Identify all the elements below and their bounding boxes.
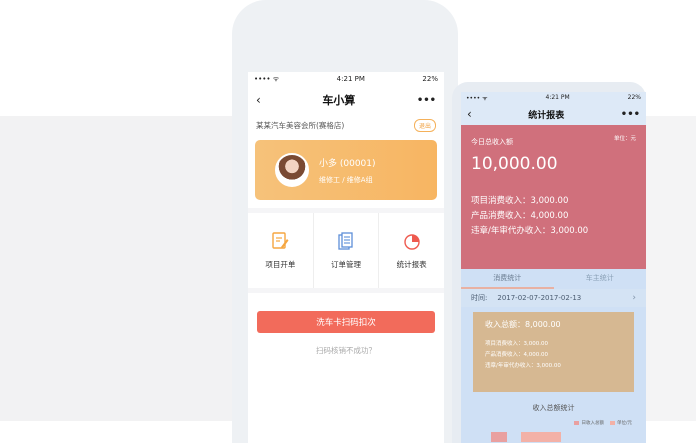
tab-consumption[interactable]: 消费统计 xyxy=(461,269,554,289)
legend-swatch xyxy=(574,421,580,425)
legend-swatch xyxy=(609,421,615,425)
chart-bar xyxy=(491,432,507,442)
document-icon xyxy=(338,232,353,250)
chevron-right-icon: › xyxy=(632,293,636,303)
status-bar-secondary: •••• ᯤ 4:21 PM 22% xyxy=(461,92,646,103)
time-range: 2017-02-07-2017-02-13 xyxy=(497,294,582,302)
more-icon[interactable]: ••• xyxy=(417,95,436,106)
chart-bar xyxy=(521,432,561,442)
page-title-secondary: 统计报表 xyxy=(528,110,565,121)
time-label: 时间: xyxy=(471,294,488,302)
user-name: 小多 (00001) xyxy=(319,158,376,169)
avatar xyxy=(275,153,309,187)
menu-label-create-order: 项目开单 xyxy=(265,260,296,269)
phone-screen-main: •••• ᯤ 4:21 PM 22% ‹ 车小算 ••• 某某汽车美容会所(赛格… xyxy=(248,72,444,443)
menu-label-statistics: 统计报表 xyxy=(396,260,427,269)
function-menu: 项目开单 订单管理 统计报表 xyxy=(248,213,444,288)
scan-wash-card-button[interactable]: 洗车卡扫码扣次 xyxy=(257,311,435,333)
user-card[interactable]: 小多 (00001) 维修工 / 维修A组 xyxy=(255,140,437,200)
nav-bar-secondary: ‹ 统计报表 ••• xyxy=(461,103,646,125)
background-block-left xyxy=(0,116,232,421)
income-line: 产品消费收入：4,000.00 xyxy=(471,211,569,221)
status-time-secondary: 4:21 PM xyxy=(545,94,570,101)
income-card-area: 收入总额：8,000.00 项目消费收入：3,000.00 产品消费收入：4,0… xyxy=(461,307,646,397)
shop-row: 某某汽车美容会所(赛格店) 退出 xyxy=(248,114,444,136)
carrier-signal-secondary: •••• ᯤ xyxy=(466,94,488,102)
user-role: 维修工 / 维修A组 xyxy=(319,175,373,184)
total-income-value: 10,000.00 xyxy=(471,154,558,174)
back-icon[interactable]: ‹ xyxy=(256,93,261,107)
statistics-tabs: 消费统计 车主统计 xyxy=(461,269,646,289)
menu-label-order-management: 订单管理 xyxy=(331,260,361,269)
battery-level-secondary: 22% xyxy=(627,94,641,101)
page-title: 车小算 xyxy=(322,94,356,107)
chart-legend: 日收入总额 单位/元 xyxy=(461,420,646,426)
user-card-area: 小多 (00001) 维修工 / 维修A组 xyxy=(248,136,444,208)
income-line: 违章/年审代办收入：3,000.00 xyxy=(471,226,589,236)
menu-item-statistics[interactable]: 统计报表 xyxy=(379,213,444,288)
card-line: 项目消费收入：3,000.00 xyxy=(485,341,548,347)
income-total-card: 收入总额：8,000.00 项目消费收入：3,000.00 产品消费收入：4,0… xyxy=(473,312,634,392)
time-filter-row[interactable]: 时间: 2017-02-07-2017-02-13 › xyxy=(461,289,646,307)
scan-area: 洗车卡扫码扣次 扫码核销不成功？ xyxy=(248,293,444,443)
card-total: 收入总额：8,000.00 xyxy=(485,320,561,329)
tab-owner[interactable]: 车主统计 xyxy=(554,269,647,289)
status-bar: •••• ᯤ 4:21 PM 22% xyxy=(248,72,444,86)
chart-bars-partial xyxy=(461,432,646,442)
shop-name: 某某汽车美容会所(赛格店) xyxy=(256,120,345,130)
card-breakdown: 项目消费收入：3,000.00 产品消费收入：4,000.00 违章/年审代办收… xyxy=(485,339,622,369)
user-info: 小多 (00001) 维修工 / 维修A组 xyxy=(319,156,376,185)
scan-failed-link[interactable]: 扫码核销不成功？ xyxy=(248,345,444,356)
pie-chart-icon xyxy=(403,234,420,250)
income-line: 项目消费收入：3,000.00 xyxy=(471,196,569,206)
income-summary-panel: 单位：元 今日总收入额 10,000.00 项目消费收入：3,000.00 产品… xyxy=(461,125,646,269)
unit-label: 单位：元 xyxy=(613,136,636,142)
carrier-signal: •••• ᯤ xyxy=(254,74,280,83)
legend-item-unit: 单位/元 xyxy=(609,420,632,426)
more-icon[interactable]: ••• xyxy=(621,109,640,120)
legend-item-daily-income: 日收入总额 xyxy=(574,420,604,426)
chart-title: 收入总额统计 xyxy=(532,404,575,412)
legend-label: 日收入总额 xyxy=(581,421,604,426)
logout-button[interactable]: 退出 xyxy=(413,118,436,132)
menu-item-create-order[interactable]: 项目开单 xyxy=(248,213,314,288)
back-icon[interactable]: ‹ xyxy=(467,107,472,121)
income-breakdown: 项目消费收入：3,000.00 产品消费收入：4,000.00 违章/年审代办收… xyxy=(471,194,636,236)
menu-item-order-management[interactable]: 订单管理 xyxy=(314,213,380,288)
background-block-right xyxy=(646,116,696,421)
phone-screen-statistics: •••• ᯤ 4:21 PM 22% ‹ 统计报表 ••• 单位：元 今日总收入… xyxy=(461,92,646,443)
edit-icon xyxy=(272,232,289,249)
legend-label: 单位/元 xyxy=(616,421,632,426)
nav-bar: ‹ 车小算 ••• xyxy=(248,86,444,114)
card-line: 违章/年审代办收入：3,000.00 xyxy=(485,363,561,369)
total-income-label: 今日总收入额 xyxy=(471,138,513,146)
battery-level: 22% xyxy=(422,75,438,83)
status-time: 4:21 PM xyxy=(336,75,365,83)
card-line: 产品消费收入：4,000.00 xyxy=(485,352,548,358)
